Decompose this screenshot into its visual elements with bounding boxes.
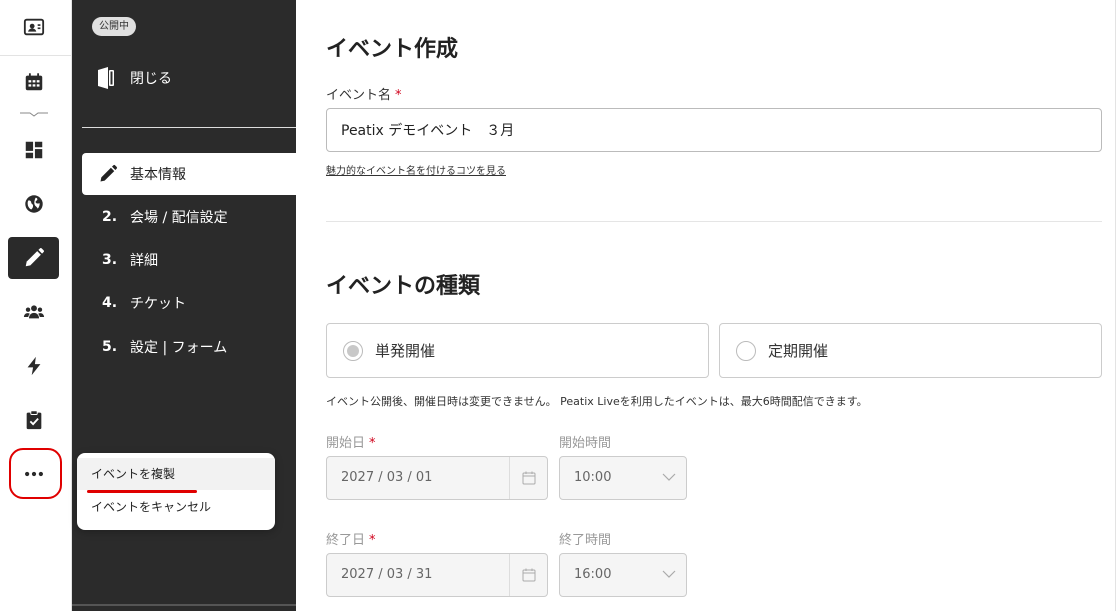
cancel-event-menu-item[interactable]: イベントをキャンセル <box>77 491 275 523</box>
step-number: 2. <box>102 209 118 225</box>
lightning-icon[interactable] <box>8 345 59 387</box>
step-details[interactable]: 3. 詳細 <box>82 239 296 281</box>
more-menu-popup: イベントを複製 イベントをキャンセル <box>77 453 275 530</box>
step-venue[interactable]: 2. 会場 / 配信設定 <box>82 196 296 238</box>
radio-button-checked[interactable] <box>343 340 363 361</box>
required-mark: * <box>395 88 402 103</box>
close-label: 閉じる <box>130 71 172 87</box>
event-type-recurring-option[interactable]: 定期開催 <box>719 323 1102 378</box>
page-title: イベント作成 <box>326 37 459 62</box>
step-label: 会場 / 配信設定 <box>130 210 228 226</box>
event-name-input[interactable] <box>326 108 1102 152</box>
duplicate-event-label: イベントを複製 <box>91 467 176 481</box>
required-mark: * <box>369 436 376 451</box>
pencil-icon[interactable] <box>8 237 59 279</box>
clipboard-check-icon[interactable] <box>8 399 59 441</box>
step-number: 5. <box>102 339 118 355</box>
sidebar-divider <box>82 127 296 128</box>
step-label: 設定 | フォーム <box>130 340 228 356</box>
event-type-title: イベントの種類 <box>326 274 481 299</box>
status-badge: 公開中 <box>92 17 136 36</box>
id-card-icon[interactable] <box>8 6 59 48</box>
step-number: 3. <box>102 252 118 268</box>
start-date-input[interactable]: 2027 / 03 / 01 <box>326 456 548 500</box>
duplicate-event-menu-item[interactable]: イベントを複製 <box>77 458 275 493</box>
icon-rail <box>0 0 72 611</box>
event-type-note: イベント公開後、開催日時は変更できません。 Peatix Liveを利用したイベ… <box>326 395 868 408</box>
event-name-label: イベント名 * <box>326 88 402 103</box>
step-label: 詳細 <box>130 253 158 269</box>
start-time-value: 10:00 <box>574 470 612 485</box>
end-date-value: 2027 / 03 / 31 <box>341 567 433 582</box>
chevron-expand-icon[interactable] <box>20 108 48 118</box>
users-icon[interactable] <box>8 291 59 333</box>
option-label: 定期開催 <box>768 342 829 360</box>
more-highlight-ring <box>9 448 62 499</box>
chevron-down-icon <box>662 473 676 481</box>
start-time-label: 開始時間 <box>559 436 612 451</box>
start-date-label: 開始日 * <box>326 436 376 451</box>
end-time-select[interactable]: 16:00 <box>559 553 687 597</box>
close-button[interactable]: 閉じる <box>96 66 172 90</box>
required-mark: * <box>369 533 376 548</box>
end-date-input[interactable]: 2027 / 03 / 31 <box>326 553 548 597</box>
event-form: イベント作成 イベント名* 魅力的なイベント名を付けるコツを見る イベントの種類… <box>296 0 1116 611</box>
cancel-event-label: イベントをキャンセル <box>91 500 212 514</box>
start-date-value: 2027 / 03 / 01 <box>341 470 433 485</box>
section-divider <box>326 221 1102 222</box>
event-type-single-option[interactable]: 単発開催 <box>326 323 709 378</box>
step-number: 4. <box>102 295 118 311</box>
step-settings-form[interactable]: 5. 設定 | フォーム <box>82 326 296 368</box>
option-label: 単発開催 <box>375 342 436 360</box>
event-name-tips-link[interactable]: 魅力的なイベント名を付けるコツを見る <box>326 162 506 177</box>
end-time-value: 16:00 <box>574 567 612 582</box>
calendar-icon[interactable] <box>8 61 59 103</box>
sidebar-bottom-rule <box>72 604 296 606</box>
end-date-label: 終了日 * <box>326 533 376 548</box>
calendar-icon[interactable] <box>509 457 547 499</box>
radio-button[interactable] <box>736 340 756 361</box>
end-time-label: 終了時間 <box>559 533 612 548</box>
step-basic-info[interactable]: 基本情報 <box>82 153 296 195</box>
globe-icon[interactable] <box>8 183 59 225</box>
door-exit-icon <box>98 67 114 89</box>
step-label: チケット <box>130 296 186 312</box>
pencil-icon <box>100 164 118 182</box>
calendar-icon[interactable] <box>509 554 547 596</box>
step-tickets[interactable]: 4. チケット <box>82 282 296 324</box>
chevron-down-icon <box>662 570 676 578</box>
start-time-select[interactable]: 10:00 <box>559 456 687 500</box>
rail-divider <box>0 55 72 56</box>
dashboard-icon[interactable] <box>8 129 59 171</box>
step-label: 基本情報 <box>130 167 186 183</box>
